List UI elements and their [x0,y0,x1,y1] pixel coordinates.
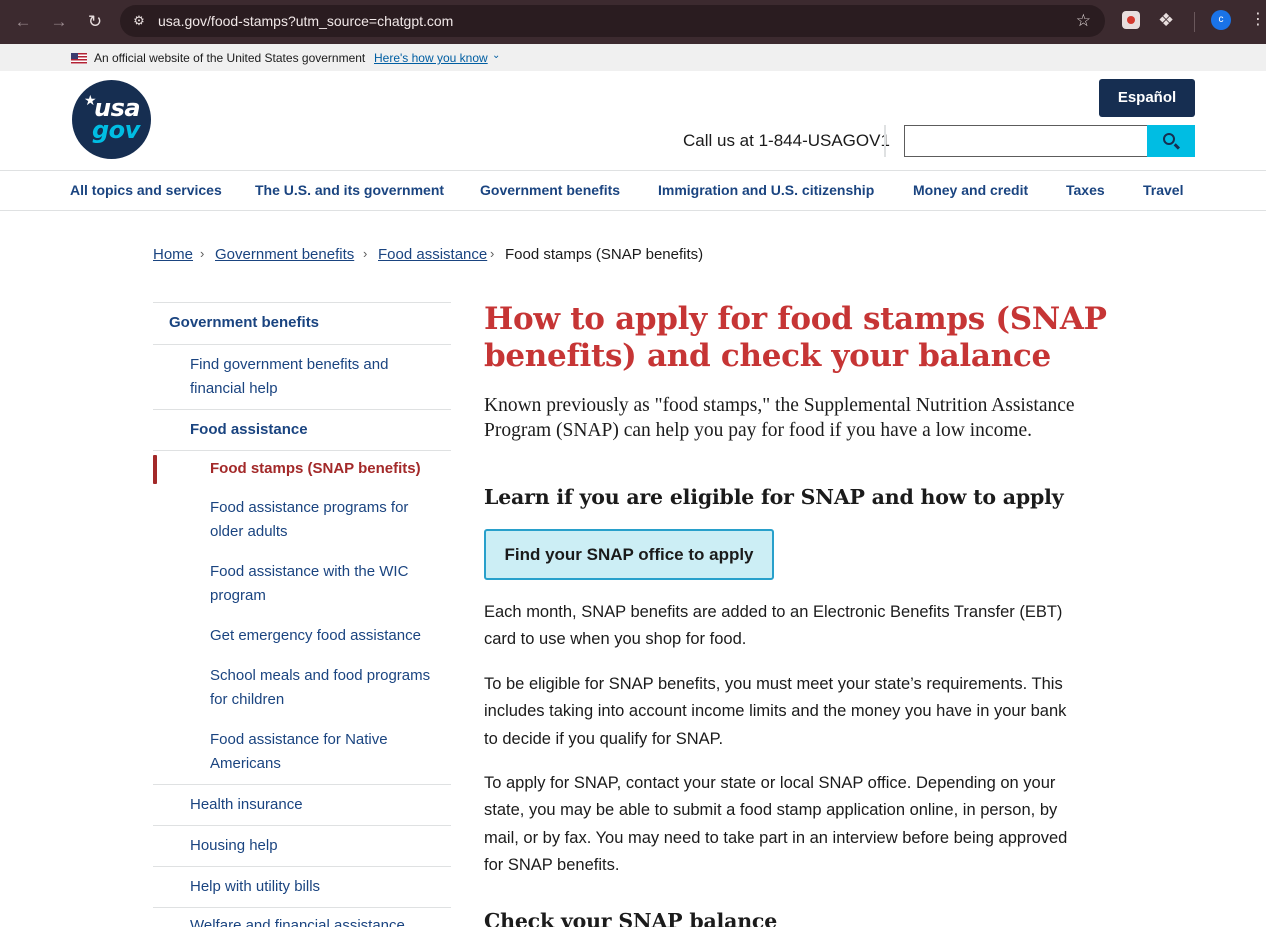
toolbar-divider [1194,12,1195,32]
forward-arrow-icon[interactable]: → [47,10,71,34]
sidebar-item-welfare[interactable]: Welfare and financial assistance [190,914,450,927]
breadcrumb-chevron-icon: › [490,246,495,261]
sidebar-item-food-stamps[interactable]: Food stamps (SNAP benefits) [210,457,440,481]
section-heading-eligibility: Learn if you are eligible for SNAP and h… [484,485,1064,509]
sidebar-item-find-benefits[interactable]: Find government benefits and financial h… [190,353,430,401]
breadcrumb-home[interactable]: Home [153,246,193,263]
sidebar-item-wic[interactable]: Food assistance with the WIC program [210,560,435,608]
official-website-text: An official website of the United States… [94,51,366,65]
sidebar-divider [153,409,451,410]
sidebar-item-emergency-food[interactable]: Get emergency food assistance [210,624,445,648]
breadcrumb-chevron-icon: › [200,246,205,261]
sidebar-divider [153,825,451,826]
extension-icon[interactable] [1122,11,1140,29]
sidebar-item-school-meals[interactable]: School meals and food programs for child… [210,664,445,712]
reload-icon[interactable]: ↻ [83,10,107,34]
sidebar-item-older-adults[interactable]: Food assistance programs for older adult… [210,496,435,544]
sidebar-heading[interactable]: Government benefits [169,311,439,335]
find-snap-office-button[interactable]: Find your SNAP office to apply [484,529,774,580]
page-title: How to apply for food stamps (SNAP benef… [484,301,1107,374]
nav-travel[interactable]: Travel [1143,182,1183,198]
how-you-know-link[interactable]: Here's how you know [374,51,488,65]
body-paragraph: To apply for SNAP, contact your state or… [484,774,1068,874]
primary-nav: All topics and services The U.S. and its… [0,170,1266,211]
sidebar-item-housing-help[interactable]: Housing help [190,834,430,858]
breadcrumb-government-benefits[interactable]: Government benefits [215,246,354,263]
profile-avatar[interactable]: c [1211,10,1231,30]
nav-immigration[interactable]: Immigration and U.S. citizenship [658,182,874,198]
sidebar-item-food-assistance[interactable]: Food assistance [190,418,430,442]
usagov-logo[interactable]: ★ usa gov [72,80,151,159]
us-flag-icon [71,53,87,64]
section-heading-balance: Check your SNAP balance [484,909,778,927]
site-settings-icon[interactable]: ⚙ [130,12,148,30]
nav-money-credit[interactable]: Money and credit [913,182,1028,198]
breadcrumb-chevron-icon: › [363,246,368,261]
sidebar-current-marker [153,455,157,484]
espanol-button[interactable]: Español [1099,79,1195,117]
search-input[interactable] [904,125,1148,157]
official-banner: An official website of the United States… [0,44,1266,71]
call-us-text: Call us at 1-844-USAGOV1 [683,131,890,150]
extensions-puzzle-icon[interactable]: ❖ [1158,9,1174,31]
lead-paragraph: Known previously as "food stamps," the S… [484,395,1075,441]
search-icon [1163,133,1175,145]
nav-taxes[interactable]: Taxes [1066,182,1105,198]
sidebar-divider [153,450,451,451]
browser-toolbar: ← → ↻ ⚙ usa.gov/food-stamps?utm_source=c… [0,0,1266,44]
sidebar-item-native-americans[interactable]: Food assistance for Native Americans [210,728,435,776]
sidebar-divider [153,784,451,785]
sidebar-item-utility-bills[interactable]: Help with utility bills [190,875,430,899]
back-arrow-icon[interactable]: ← [11,10,35,34]
sidebar-divider [153,907,451,908]
breadcrumb-food-assistance[interactable]: Food assistance [378,246,487,263]
nav-all-topics[interactable]: All topics and services [70,182,222,198]
header-divider [884,125,886,157]
breadcrumb-current: Food stamps (SNAP benefits) [505,246,704,263]
address-bar[interactable]: ⚙ usa.gov/food-stamps?utm_source=chatgpt… [120,5,1105,37]
url-text[interactable]: usa.gov/food-stamps?utm_source=chatgpt.c… [158,12,453,30]
sidebar-divider [153,344,451,345]
browser-menu-icon[interactable]: ⋮ [1250,9,1266,31]
sidebar-divider [153,302,451,303]
bookmark-star-icon[interactable]: ☆ [1076,11,1091,31]
chevron-down-icon[interactable]: ⌄ [492,50,500,61]
sidebar-divider [153,866,451,867]
search-button[interactable] [1147,125,1195,157]
nav-government-benefits[interactable]: Government benefits [480,182,620,198]
sidebar-item-health-insurance[interactable]: Health insurance [190,793,430,817]
body-paragraph: To be eligible for SNAP benefits, you mu… [484,675,1067,748]
logo-text-gov: gov [92,116,140,144]
body-paragraph: Each month, SNAP benefits are added to a… [484,603,1063,649]
nav-us-government[interactable]: The U.S. and its government [255,182,444,198]
